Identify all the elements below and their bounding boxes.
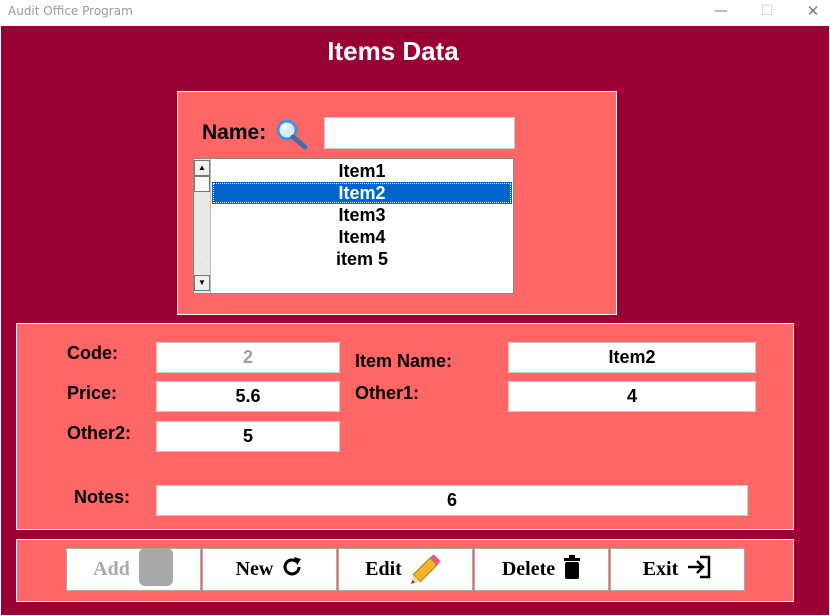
add-button[interactable]: Add: [66, 547, 201, 592]
edit-button-label: Edit: [365, 558, 402, 580]
maximize-button[interactable]: ☐: [745, 0, 789, 24]
notes-label: Notes:: [74, 487, 131, 507]
search-panel: Name: ▲ ▼ Item1 Item2 Item3 Item4 item 5: [177, 91, 617, 315]
delete-button[interactable]: Delete: [474, 548, 609, 591]
list-scrollbar[interactable]: ▲ ▼: [194, 159, 211, 293]
magnifier-icon[interactable]: [274, 117, 310, 156]
add-button-label: Add: [93, 558, 130, 580]
button-bar: Add New Edit Delete Exit: [16, 539, 794, 602]
code-label: Code:: [67, 343, 118, 363]
item-name-label: Item Name:: [355, 351, 453, 371]
scroll-thumb[interactable]: [194, 176, 210, 192]
name-label: Name:: [202, 121, 267, 144]
new-button-label: New: [235, 558, 274, 580]
items-data-form: Items Data Name: ▲ ▼ Item1 Item2 Item3 I…: [1, 26, 829, 615]
price-field[interactable]: [156, 381, 340, 412]
title-bar: Audit Office Program — ☐ ✕: [0, 0, 830, 26]
other1-label: Other1:: [355, 383, 420, 403]
other2-field[interactable]: [156, 421, 340, 452]
window-title: Audit Office Program: [8, 4, 133, 18]
details-panel: Code: Item Name: Price: Other1: Other2: …: [16, 323, 794, 530]
notes-field[interactable]: [156, 485, 748, 516]
new-button[interactable]: New: [202, 548, 337, 591]
list-items: Item1 Item2 Item3 Item4 item 5: [212, 160, 512, 270]
exit-icon: [686, 555, 712, 585]
trash-icon: [563, 554, 581, 585]
item-name-field[interactable]: [508, 342, 756, 373]
items-listbox[interactable]: ▲ ▼ Item1 Item2 Item3 Item4 item 5: [193, 158, 514, 294]
list-item[interactable]: Item4: [212, 226, 512, 248]
list-item[interactable]: Item3: [212, 204, 512, 226]
pencil-icon: [410, 550, 446, 590]
exit-button-label: Exit: [642, 558, 679, 580]
code-field[interactable]: [156, 342, 340, 373]
scroll-up-icon[interactable]: ▲: [194, 160, 210, 176]
list-item[interactable]: item 5: [212, 248, 512, 270]
price-label: Price:: [67, 383, 118, 403]
scroll-down-icon[interactable]: ▼: [194, 275, 210, 291]
search-input[interactable]: [324, 117, 515, 149]
exit-button[interactable]: Exit: [610, 548, 745, 591]
refresh-icon: [281, 556, 303, 584]
add-icon: [138, 547, 174, 592]
page-title: Items Data: [327, 36, 459, 66]
delete-button-label: Delete: [501, 558, 556, 580]
other2-label: Other2:: [67, 423, 132, 443]
list-item-selected[interactable]: Item2: [212, 182, 512, 204]
close-button[interactable]: ✕: [791, 0, 830, 24]
other1-field[interactable]: [508, 381, 756, 412]
edit-button[interactable]: Edit: [338, 548, 473, 591]
minimize-button[interactable]: —: [699, 0, 743, 24]
list-item[interactable]: Item1: [212, 160, 512, 182]
